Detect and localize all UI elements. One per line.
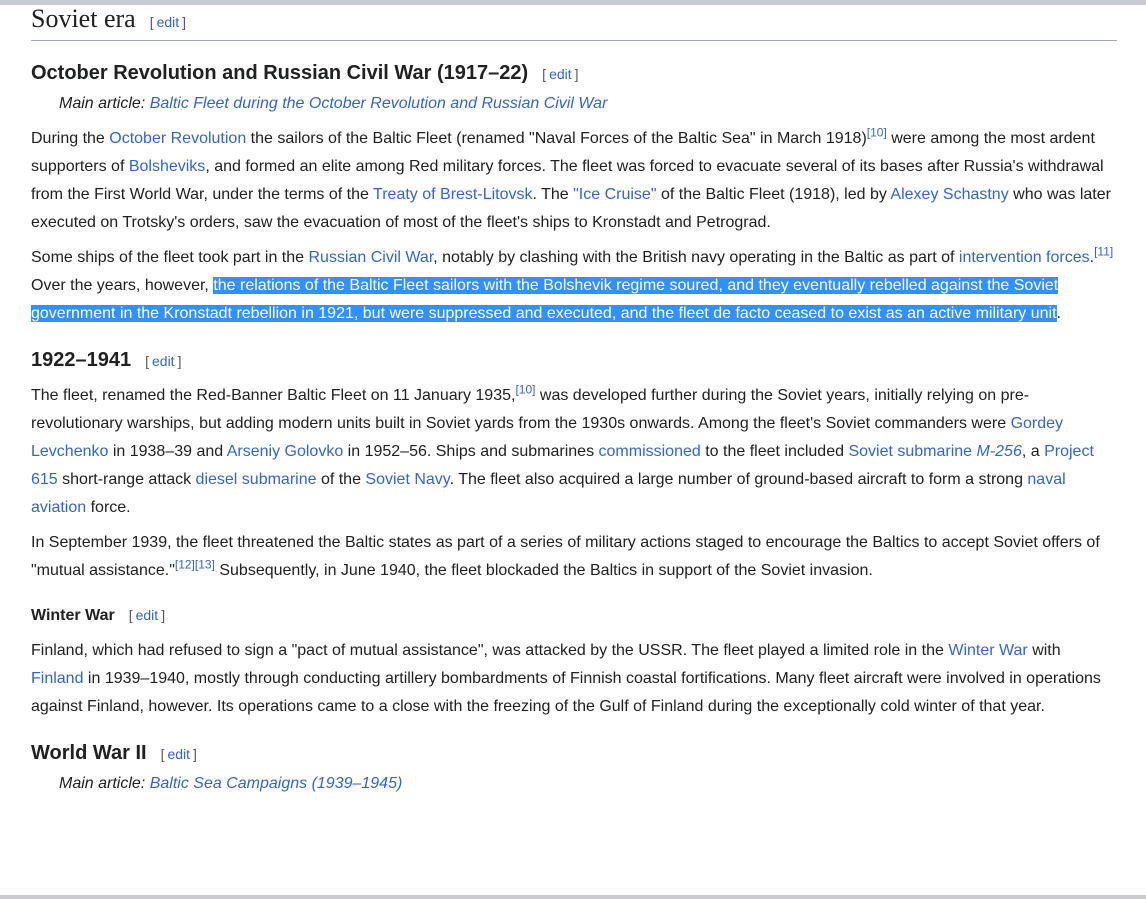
wiki-link[interactable]: Russian Civil War — [309, 249, 434, 266]
text: Subsequently, in June 1940, the fleet bl… — [214, 562, 873, 579]
text: Some ships of the fleet took part in the — [31, 249, 309, 266]
edit-link[interactable]: edit — [154, 14, 183, 30]
text: of the Baltic Fleet (1918), led by — [656, 186, 891, 203]
bottom-bar — [0, 895, 1146, 899]
text: with — [1027, 642, 1061, 659]
heading-title: Soviet era — [31, 4, 136, 33]
heading-title: World War II — [31, 742, 147, 764]
edit-section-link[interactable]: [edit] — [150, 14, 186, 30]
wiki-link[interactable]: Winter War — [948, 642, 1027, 659]
wiki-link[interactable]: commissioned — [599, 443, 701, 460]
edit-section-link[interactable]: [edit] — [161, 746, 197, 762]
paragraph: In September 1939, the fleet threatened … — [31, 529, 1117, 585]
wiki-link[interactable]: October Revolution — [109, 130, 246, 147]
wiki-link[interactable]: intervention forces — [959, 249, 1090, 266]
wiki-link[interactable]: "Ice Cruise" — [573, 186, 656, 203]
wiki-link[interactable]: Bolsheviks — [129, 158, 205, 175]
heading-title: 1922–1941 — [31, 349, 132, 371]
edit-section-link[interactable]: [edit] — [129, 607, 165, 623]
main-article-label: Main article: — [59, 95, 150, 112]
edit-section-link[interactable]: [edit] — [145, 353, 181, 369]
text: of the — [316, 471, 366, 488]
wiki-link[interactable]: Arseniy Golovko — [227, 443, 344, 460]
wiki-link[interactable]: Alexey Schastny — [890, 186, 1008, 203]
wiki-link[interactable]: Soviet Navy — [365, 471, 449, 488]
edit-link[interactable]: edit — [133, 607, 162, 623]
wiki-link[interactable]: Treaty of Brest-Litovsk — [373, 186, 532, 203]
wiki-link[interactable]: M-256 — [977, 443, 1022, 460]
section-heading: World War II [edit] — [31, 739, 1117, 768]
main-article-label: Main article: — [59, 775, 150, 792]
edit-section-link[interactable]: [edit] — [542, 66, 578, 82]
heading-title: October Revolution and Russian Civil War… — [31, 62, 529, 84]
text: force. — [86, 499, 131, 516]
section-heading: 1922–1941 [edit] — [31, 346, 1117, 375]
text: Over the years, however, — [31, 277, 214, 294]
text: in 1938–39 and — [108, 443, 227, 460]
text: During the — [31, 130, 110, 147]
text: short-range attack — [57, 471, 196, 488]
text: , a — [1021, 443, 1045, 460]
section-heading: October Revolution and Russian Civil War… — [31, 59, 1117, 88]
heading-title: Winter War — [31, 607, 115, 624]
main-article-link[interactable]: Baltic Fleet during the October Revoluti… — [150, 95, 608, 112]
citation-ref[interactable]: [11] — [1094, 245, 1113, 259]
text: to the fleet included — [700, 443, 849, 460]
text: , notably by clashing with the British n… — [433, 249, 959, 266]
citation-link[interactable]: [11] — [1094, 245, 1113, 259]
paragraph: Finland, which had refused to sign a "pa… — [31, 637, 1117, 721]
citation-link[interactable]: [10] — [867, 126, 887, 140]
paragraph: During the October Revolution the sailor… — [31, 125, 1117, 237]
section-heading: Soviet era [edit] — [31, 4, 1117, 41]
wiki-link[interactable]: Soviet submarine — [848, 443, 976, 460]
text: in 1939–1940, mostly through conducting … — [31, 670, 1101, 715]
citation-link[interactable]: [13] — [195, 558, 215, 572]
wiki-link[interactable]: Finland — [31, 670, 83, 687]
text: . The fleet also acquired a large number… — [449, 471, 1028, 488]
citation-ref[interactable]: [10] — [867, 126, 887, 140]
wiki-link[interactable]: diesel submarine — [196, 471, 317, 488]
citation-link[interactable]: [12] — [175, 558, 195, 572]
text: . The — [532, 186, 574, 203]
edit-link[interactable]: edit — [164, 746, 193, 762]
citation-ref[interactable]: [12] — [175, 558, 195, 572]
edit-link[interactable]: edit — [149, 353, 178, 369]
edit-link[interactable]: edit — [546, 66, 575, 82]
text: in 1952–56. Ships and submarines — [343, 443, 599, 460]
section-heading: Winter War [edit] — [31, 601, 1117, 630]
paragraph: Some ships of the fleet took part in the… — [31, 244, 1117, 328]
citation-link[interactable]: [10] — [515, 383, 535, 397]
text: The fleet, renamed the Red-Banner Baltic… — [31, 387, 516, 404]
main-article-note: Main article: Baltic Fleet during the Oc… — [59, 90, 1117, 118]
main-article-note: Main article: Baltic Sea Campaigns (1939… — [59, 770, 1117, 798]
citation-ref[interactable]: [13] — [195, 558, 215, 572]
text: Finland, which had refused to sign a "pa… — [31, 642, 949, 659]
text: the sailors of the Baltic Fleet (renamed… — [246, 130, 867, 147]
article-content: Soviet era [edit] October Revolution and R… — [31, 4, 1117, 798]
text: . — [1056, 305, 1061, 322]
paragraph: The fleet, renamed the Red-Banner Baltic… — [31, 382, 1117, 522]
main-article-link[interactable]: Baltic Sea Campaigns (1939–1945) — [150, 775, 403, 792]
citation-ref[interactable]: [10] — [515, 383, 535, 397]
